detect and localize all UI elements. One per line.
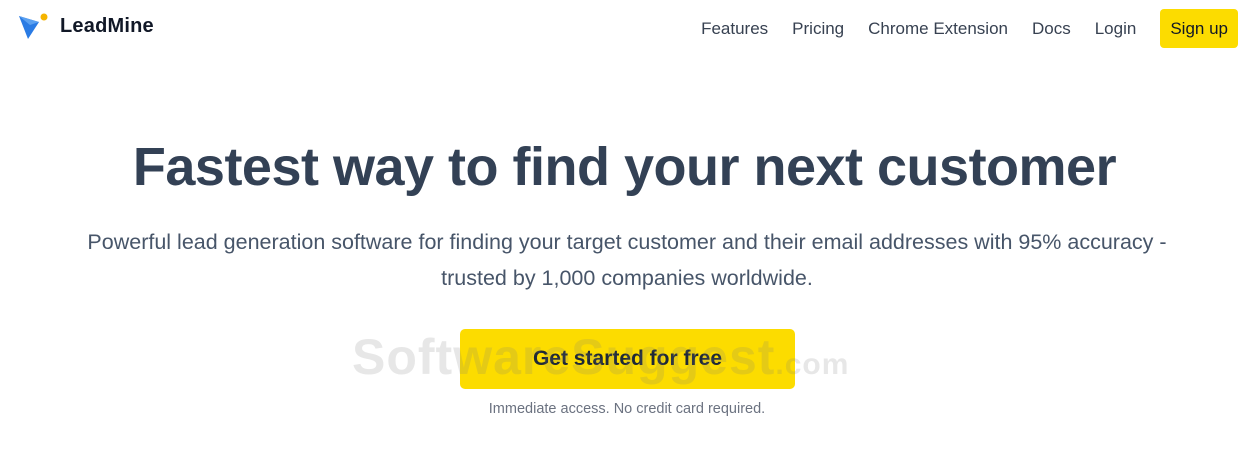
site-header: LeadMine Features Pricing Chrome Extensi… bbox=[0, 0, 1249, 56]
signup-button[interactable]: Sign up bbox=[1160, 9, 1238, 48]
leadmine-logo-icon bbox=[18, 10, 50, 42]
hero-subtitle: Powerful lead generation software for fi… bbox=[87, 230, 1167, 290]
nav-chrome-extension-link[interactable]: Chrome Extension bbox=[868, 10, 1008, 48]
nav-features-link[interactable]: Features bbox=[701, 10, 768, 48]
brand-home-link[interactable]: LeadMine bbox=[18, 10, 154, 42]
brand-name: LeadMine bbox=[60, 14, 154, 37]
nav-pricing-link[interactable]: Pricing bbox=[792, 10, 844, 48]
cta-container: Get started for free bbox=[460, 329, 795, 389]
cta-note: Immediate access. No credit card require… bbox=[488, 401, 766, 417]
nav-login-link[interactable]: Login bbox=[1095, 10, 1137, 48]
hero-title: Fastest way to find your next customer bbox=[132, 137, 1117, 197]
nav-docs-link[interactable]: Docs bbox=[1032, 10, 1071, 48]
main-nav: Features Pricing Chrome Extension Docs L… bbox=[701, 9, 1238, 48]
get-started-button[interactable]: Get started for free bbox=[460, 329, 795, 389]
landing-page: LeadMine Features Pricing Chrome Extensi… bbox=[0, 0, 1249, 453]
